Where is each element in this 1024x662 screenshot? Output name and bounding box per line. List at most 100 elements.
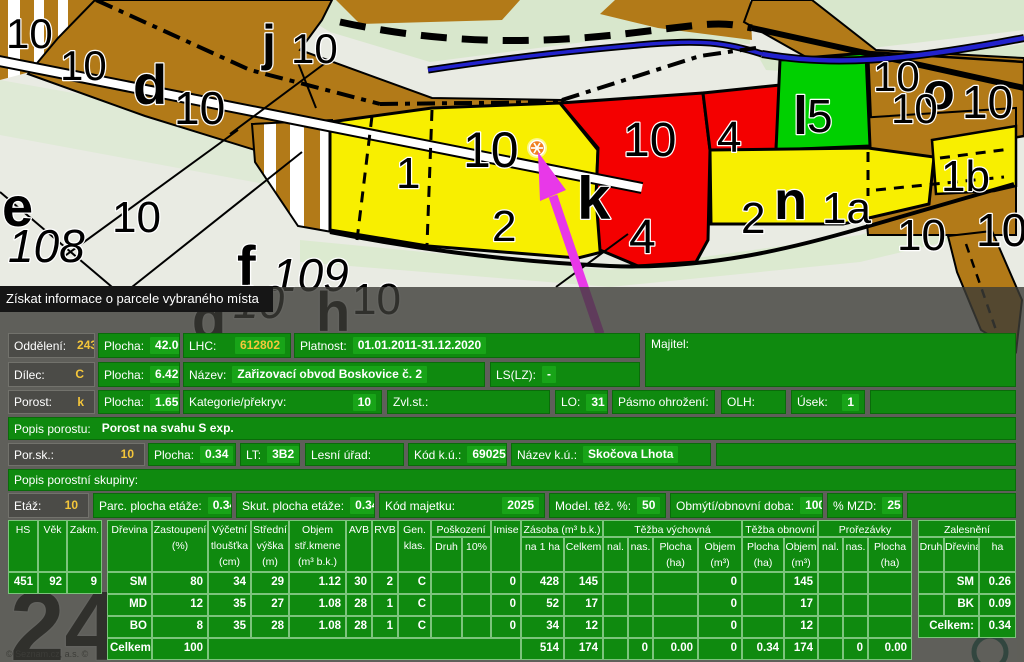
panel-title-text: Získat informace o parcele vybraného mís… <box>6 291 259 306</box>
table-cell: 28 <box>346 594 372 616</box>
table-cell <box>431 572 462 594</box>
table-cell <box>603 572 628 594</box>
table-cell: 2 <box>372 572 398 594</box>
table-cell: C <box>398 572 431 594</box>
field-label: Kód majetku: <box>385 499 455 513</box>
field-dilec: Dílec:C <box>8 362 95 387</box>
table-header-cell: Plocha(ha) <box>742 537 784 572</box>
field-usek: Úsek:1 <box>791 390 865 414</box>
table-cell: 80 <box>152 572 208 594</box>
table-cell: BK <box>944 594 979 616</box>
table-cell: 451 <box>8 572 38 594</box>
field-label: Por.sk.: <box>14 448 54 462</box>
table-cell: 29 <box>251 572 289 594</box>
table-cell: 27 <box>251 594 289 616</box>
field-label: Lesní úřad: <box>311 448 371 462</box>
table-cell <box>628 594 653 616</box>
field-label: Plocha: <box>104 339 144 353</box>
table-cell: C <box>398 594 431 616</box>
table-cell <box>431 594 462 616</box>
table-header-cell: Výčetnítloušťka(cm) <box>208 520 251 572</box>
table-header-cell: Dřevina <box>107 520 152 572</box>
field-label: Plocha: <box>154 448 194 462</box>
table-cell <box>818 594 843 616</box>
field-value: 243 <box>72 337 95 354</box>
table-cell: 0 <box>491 616 521 638</box>
table-cell: 34 <box>208 572 251 594</box>
table-cell <box>742 572 784 594</box>
field-kod-majetku: Kód majetku:2025 <box>379 493 545 518</box>
table-cell <box>818 638 843 660</box>
field-value: 0.34 <box>350 497 375 514</box>
table-header-cell: nal. <box>818 537 843 572</box>
field-popis-porostu: Popis porostu:Porost na svahu S exp. <box>8 417 1016 440</box>
field-label: LT: <box>246 448 261 462</box>
table-header-cell: Prořezávky <box>818 520 912 537</box>
table-cell: 52 <box>521 594 564 616</box>
table-header-cell: Zakm. <box>67 520 102 572</box>
table-header-cell: Druh <box>431 537 462 572</box>
table-cell: 0 <box>843 638 868 660</box>
field-value: 10 <box>353 394 376 411</box>
table-header-cell: Gen.klas. <box>398 520 431 572</box>
field-etaz: Etáž:10 <box>8 493 89 518</box>
table-cell: 35 <box>208 616 251 638</box>
field-kategorie-prekryv: Kategorie/překryv: 10 <box>183 390 382 414</box>
field-label: % MZD: <box>833 499 876 513</box>
table-cell: 428 <box>521 572 564 594</box>
field-obmyti-obnovni-doba: Obmýtí/obnovní doba:100/30 <box>670 493 823 518</box>
table-cell: 28 <box>346 616 372 638</box>
info-panel: Získat informace o parcele vybraného mís… <box>0 0 1024 662</box>
table-header-cell: Plocha(ha) <box>868 537 912 572</box>
table-header-cell: RVB <box>372 520 398 572</box>
field-pasmo-ohrozeni: Pásmo ohrožení:D <box>612 390 715 414</box>
table-cell: 1.08 <box>289 594 346 616</box>
field-value: 100/30 <box>800 497 823 514</box>
table-cell: 0 <box>698 638 742 660</box>
field-value: 0.34 <box>208 497 232 514</box>
table-header-cell: Střednívýška(m) <box>251 520 289 572</box>
field-label: Kód k.ú.: <box>414 448 461 462</box>
field-value: Skočova Lhota <box>583 446 678 463</box>
field-porost: Porost:k <box>8 390 95 414</box>
field-skut-plocha-etaze: Skut. plocha etáže:0.34 <box>236 493 375 518</box>
table-cell <box>462 616 491 638</box>
field-plocha: Plocha: 1.65 <box>98 390 180 414</box>
table-cell <box>742 594 784 616</box>
table-cell <box>628 616 653 638</box>
table-header-cell: ha <box>979 537 1016 572</box>
field-label: Model. těž. %: <box>555 499 631 513</box>
field-nazev-k-u: Název k.ú.:Skočova Lhota <box>511 443 711 466</box>
table-header-cell: Objem(m³) <box>784 537 818 572</box>
table-cell <box>843 594 868 616</box>
table-cell <box>843 572 868 594</box>
field-ls-lz: LS(LZ):- <box>490 362 640 387</box>
table-cell: 0 <box>698 572 742 594</box>
field-value: 10 <box>60 497 83 514</box>
field-label: Plocha: <box>104 368 144 382</box>
table-header-cell: Těžba výchovná <box>603 520 742 537</box>
table-header-cell: Objemstř.kmene(m³ b.k.) <box>289 520 346 572</box>
field-label: Plocha: <box>104 395 144 409</box>
field-lhc: LHC:612802 <box>183 333 291 358</box>
table-cell: 0 <box>491 594 521 616</box>
table-cell: 145 <box>564 572 603 594</box>
table-cell <box>462 572 491 594</box>
field-label: Pásmo ohrožení: <box>618 395 709 409</box>
table-header-cell: Druh <box>918 537 944 572</box>
table-cell <box>653 616 698 638</box>
table-header-cell: Celkem <box>564 537 603 572</box>
table-cell <box>603 638 628 660</box>
table-cell <box>208 638 521 660</box>
table-cell: 0.09 <box>979 594 1016 616</box>
table-cell: 1 <box>372 594 398 616</box>
table-cell: 0.00 <box>653 638 698 660</box>
field-value: 01.01.2011-31.12.2020 <box>353 337 486 354</box>
table-header-cell: Těžba obnovní <box>742 520 818 537</box>
field-label: Kategorie/překryv: <box>189 395 286 409</box>
table-cell <box>868 594 912 616</box>
table-header-cell: Objem(m³) <box>698 537 742 572</box>
field-value: 1.65 <box>150 394 180 411</box>
table-cell: 0 <box>628 638 653 660</box>
table-header-cell: 10% <box>462 537 491 572</box>
